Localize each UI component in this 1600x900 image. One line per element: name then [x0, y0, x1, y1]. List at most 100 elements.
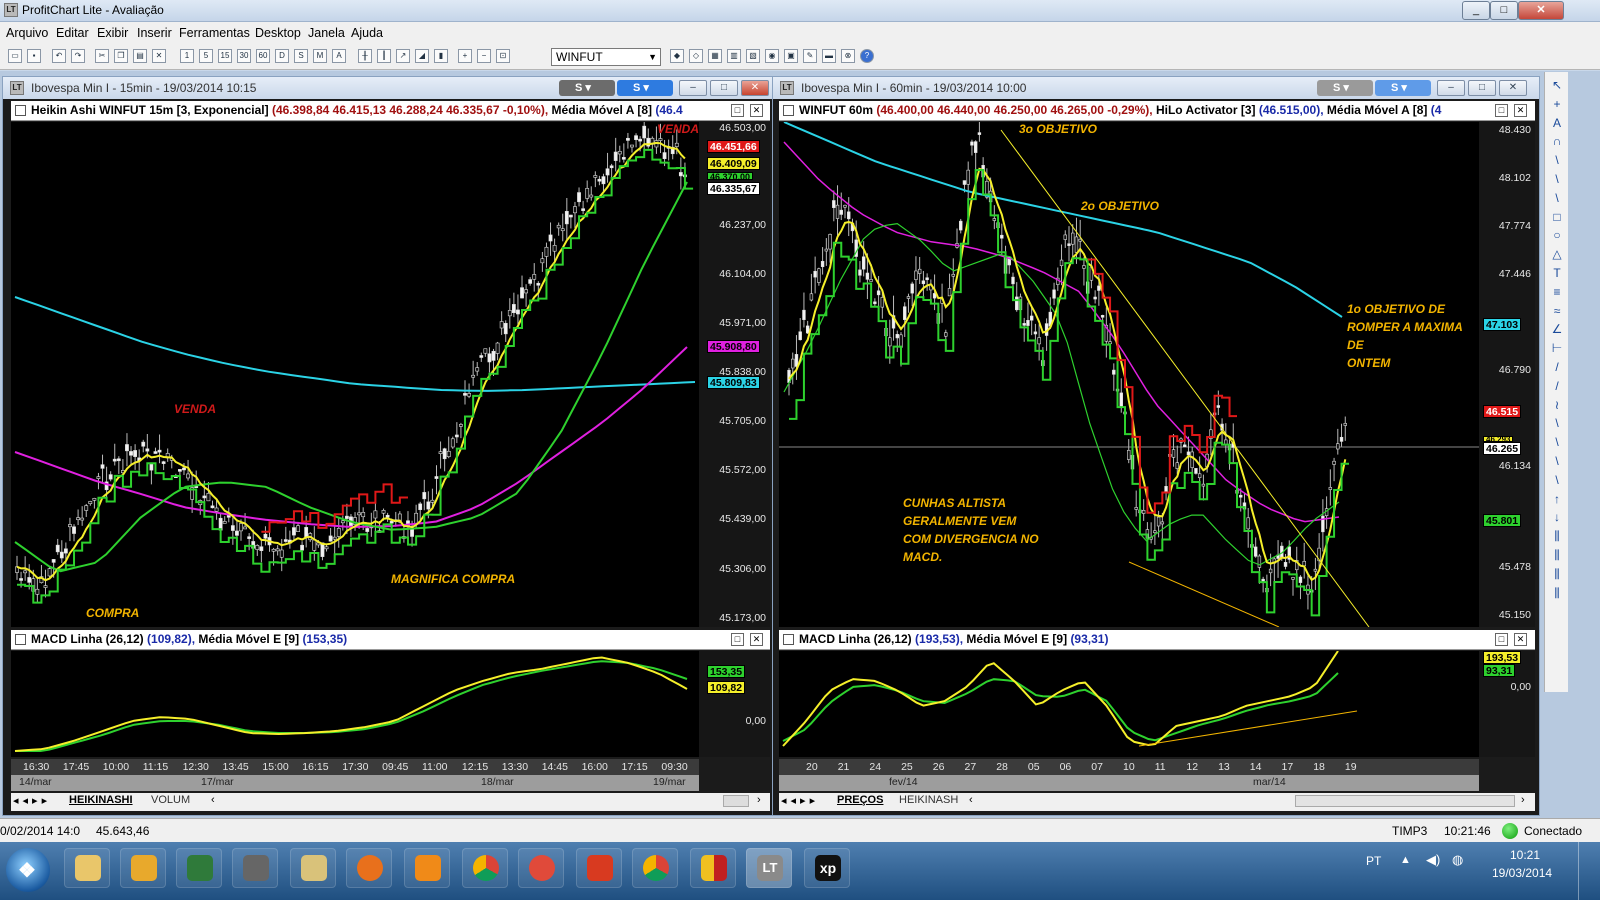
zoom-out-icon[interactable]: − [477, 49, 491, 63]
toolbar-tool-5-icon[interactable]: ▧ [746, 49, 760, 63]
tab-nav-arrows-icon[interactable]: ◂◂▸▸ [13, 794, 51, 807]
taskbar-app-3[interactable] [176, 848, 222, 888]
drawing-tool-icon[interactable]: ≀ [1549, 398, 1565, 414]
drawing-tool-icon[interactable]: ↑ [1549, 492, 1565, 508]
pane-close-icon[interactable]: ✕ [750, 104, 763, 117]
drawing-tool-icon[interactable]: + [1549, 97, 1565, 113]
chart-style-pill-2[interactable]: S ▾ [1375, 80, 1431, 96]
taskbar-firefox[interactable] [346, 848, 392, 888]
menu-exibir[interactable]: Exibir [97, 26, 128, 40]
chart-minimize-button[interactable]: – [1437, 80, 1465, 96]
help-icon[interactable]: ? [860, 49, 874, 63]
toolbar-tool-2-icon[interactable]: ◇ [689, 49, 703, 63]
menu-ferramentas[interactable]: Ferramentas [179, 26, 250, 40]
drawing-tool-icon[interactable]: ⫼ [1549, 567, 1565, 583]
price-pane[interactable]: VENDA VENDA COMPRA MAGNIFICA COMPRA [11, 122, 699, 627]
pane-checkbox[interactable] [783, 634, 794, 645]
taskbar-app-2[interactable] [120, 848, 166, 888]
pane-maximize-icon[interactable]: □ [731, 633, 744, 646]
minimize-button[interactable]: _ [1462, 1, 1490, 20]
chart-restore-button[interactable]: □ [710, 80, 738, 96]
symbol-selector[interactable]: WINFUT ▼ [551, 48, 661, 66]
toolbar-tool-4-icon[interactable]: ▥ [727, 49, 741, 63]
zoom-in-icon[interactable]: + [458, 49, 472, 63]
pane-checkbox[interactable] [15, 634, 26, 645]
redo-icon[interactable]: ↷ [71, 49, 85, 63]
price-pane[interactable]: 3o OBJETIVO 2o OBJETIVO 1o OBJETIVO DE R… [779, 122, 1479, 627]
drawing-tool-icon[interactable]: ↖ [1549, 78, 1565, 94]
drawing-tool-icon[interactable]: \ [1549, 172, 1565, 188]
drawing-tool-icon[interactable]: \ [1549, 416, 1565, 432]
taskbar-explorer[interactable] [64, 848, 110, 888]
candle-chart-icon[interactable]: ┃ [377, 49, 391, 63]
taskbar-app-12[interactable] [690, 848, 736, 888]
volume-icon[interactable]: ◀) [1426, 852, 1440, 868]
period-s-icon[interactable]: S [294, 49, 308, 63]
time-axis[interactable]: 16:30 17:45 10:00 11:15 12:30 13:45 15:00 16:15… [11, 759, 699, 775]
scroll-left-icon[interactable]: ‹ [969, 794, 973, 806]
toolbar-tool-8-icon[interactable]: ✎ [803, 49, 817, 63]
tray-expand-icon[interactable]: ▲ [1400, 854, 1411, 866]
period-5-icon[interactable]: 5 [199, 49, 213, 63]
drawing-tool-icon[interactable]: / [1549, 360, 1565, 376]
drawing-tool-icon[interactable]: \ [1549, 473, 1565, 489]
drawing-tool-icon[interactable]: ∩ [1549, 134, 1565, 150]
toolbar-tool-3-icon[interactable]: ▦ [708, 49, 722, 63]
drawing-tool-icon[interactable]: ≡ [1549, 285, 1565, 301]
menu-desktop[interactable]: Desktop [255, 26, 301, 40]
drawing-tool-icon[interactable]: ⫼ [1549, 548, 1565, 564]
menu-inserir[interactable]: Inserir [137, 26, 172, 40]
tab-nav-arrows-icon[interactable]: ◂◂▸▸ [781, 794, 819, 807]
scroll-left-icon[interactable]: ‹ [211, 794, 215, 806]
pane-maximize-icon[interactable]: □ [731, 104, 744, 117]
line-chart-icon[interactable]: ↗ [396, 49, 410, 63]
chart-close-button[interactable]: ✕ [741, 80, 769, 96]
period-15-icon[interactable]: 15 [218, 49, 232, 63]
menu-ajuda[interactable]: Ajuda [351, 26, 383, 40]
chart-style-pill[interactable]: S ▾ [559, 80, 615, 96]
toolbar-tool-1-icon[interactable]: ◆ [670, 49, 684, 63]
delete-icon[interactable]: ✕ [152, 49, 166, 63]
period-a-icon[interactable]: A [332, 49, 346, 63]
scrollbar-thumb[interactable] [1295, 795, 1515, 807]
zoom-fit-icon[interactable]: ⊡ [496, 49, 510, 63]
paste-icon[interactable]: ▤ [133, 49, 147, 63]
scroll-right-icon[interactable]: › [757, 794, 761, 806]
tab-precos[interactable]: PREÇOS [837, 794, 883, 806]
pane-checkbox[interactable] [783, 105, 794, 116]
maximize-button[interactable]: □ [1490, 1, 1518, 20]
drawing-tool-icon[interactable]: ⊢ [1549, 341, 1565, 357]
period-m-icon[interactable]: M [313, 49, 327, 63]
tab-heikinashi[interactable]: HEIKINASHI [69, 794, 133, 806]
start-button[interactable]: ❖ [6, 848, 50, 892]
period-1-icon[interactable]: 1 [180, 49, 194, 63]
clock-time[interactable]: 10:21 [1510, 848, 1540, 862]
taskbar-chrome[interactable] [462, 848, 508, 888]
network-icon[interactable]: ◍ [1452, 852, 1463, 868]
toolbar-tool-7-icon[interactable]: ▣ [784, 49, 798, 63]
new-file-icon[interactable]: ▭ [8, 49, 22, 63]
pane-close-icon[interactable]: ✕ [1514, 633, 1527, 646]
chart-style-pill-2[interactable]: S ▾ [617, 80, 673, 96]
price-axis[interactable]: 46.503,00 46.237,00 46.104,00 45.971,00 … [699, 122, 770, 627]
taskbar-chrome-2[interactable] [632, 848, 678, 888]
drawing-tool-icon[interactable]: \ [1549, 435, 1565, 451]
time-axis[interactable]: 20 21 24 25 26 27 28 05 06 07 10 11 12 13 14 17 18 19 [779, 759, 1479, 775]
toolbar-tool-10-icon[interactable]: ⊗ [841, 49, 855, 63]
chart-style-pill[interactable]: S ▾ [1317, 80, 1373, 96]
pane-close-icon[interactable]: ✕ [750, 633, 763, 646]
save-icon[interactable]: ▪ [27, 49, 41, 63]
taskbar-app-4[interactable] [232, 848, 278, 888]
period-60-icon[interactable]: 60 [256, 49, 270, 63]
tab-heikinash[interactable]: HEIKINASH [899, 794, 958, 806]
drawing-tool-icon[interactable]: \ [1549, 191, 1565, 207]
area-chart-icon[interactable]: ◢ [415, 49, 429, 63]
menu-arquivo[interactable]: Arquivo [6, 26, 48, 40]
drawing-tool-icon[interactable]: ↓ [1549, 510, 1565, 526]
period-30-icon[interactable]: 30 [237, 49, 251, 63]
drawing-tool-icon[interactable]: ≈ [1549, 304, 1565, 320]
drawing-tool-icon[interactable]: \ [1549, 153, 1565, 169]
drawing-tool-icon[interactable]: / [1549, 379, 1565, 395]
chart-minimize-button[interactable]: – [679, 80, 707, 96]
pane-maximize-icon[interactable]: □ [1495, 633, 1508, 646]
